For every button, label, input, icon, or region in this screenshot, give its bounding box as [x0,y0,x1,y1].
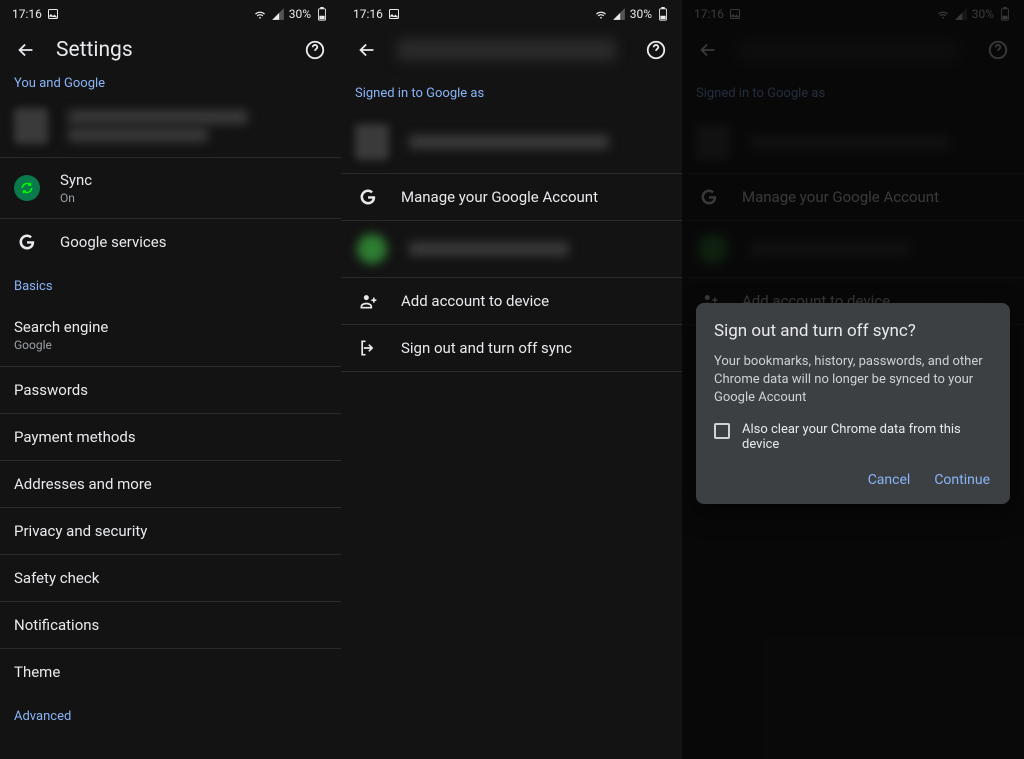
sign-out-icon [358,338,378,358]
add-account-label: Add account to device [401,292,549,310]
dialog-body: Your bookmarks, history, passwords, and … [714,353,992,408]
passwords-row[interactable]: Passwords [0,367,341,414]
person-add-icon [358,291,378,311]
account-email-redacted [68,128,208,142]
status-time: 17:16 [353,7,383,21]
avatar [696,124,730,160]
avatar [698,234,728,264]
second-account-row[interactable] [341,221,682,278]
sync-row[interactable]: Sync On [0,158,341,219]
google-g-icon [17,232,37,252]
account-title-redacted [738,39,958,61]
status-time: 17:16 [12,7,42,21]
checkbox-icon[interactable] [714,423,730,439]
continue-button[interactable]: Continue [932,466,992,494]
payment-methods-row[interactable]: Payment methods [0,414,341,461]
account-primary-row [682,111,1024,174]
image-icon [46,7,60,21]
image-icon [728,7,742,21]
sign-out-label: Sign out and turn off sync [401,339,572,357]
battery-icon [998,7,1012,21]
dialog-title: Sign out and turn off sync? [714,321,992,341]
sync-state: On [60,191,92,205]
privacy-row[interactable]: Privacy and security [0,508,341,555]
sign-out-dialog-screen: 17:16 30% Signed in to [682,0,1024,759]
wifi-icon [936,7,950,21]
addresses-row[interactable]: Addresses and more [0,461,341,508]
sign-out-row[interactable]: Sign out and turn off sync [341,325,682,372]
account-row[interactable] [0,95,341,158]
notifications-row[interactable]: Notifications [0,602,341,649]
image-icon [387,7,401,21]
second-account-redacted [750,242,910,256]
cancel-button[interactable]: Cancel [866,466,913,494]
manage-account-row[interactable]: Manage your Google Account [341,174,682,221]
settings-screen: 17:16 30% Settings You and Google [0,0,341,759]
sync-label: Sync [60,171,92,189]
avatar [14,108,48,144]
google-g-icon [358,187,378,207]
battery-icon [656,7,670,21]
help-icon[interactable] [644,38,668,62]
help-icon[interactable] [303,38,327,62]
signed-in-label: Signed in to Google as [682,72,1024,111]
dialog-checkbox-row[interactable]: Also clear your Chrome data from this de… [714,422,992,452]
safety-check-row[interactable]: Safety check [0,555,341,602]
account-primary-row[interactable] [341,111,682,174]
account-email-redacted [750,135,950,149]
add-account-row[interactable]: Add account to device [341,278,682,325]
manage-account-row: Manage your Google Account [682,174,1024,221]
signed-in-label: Signed in to Google as [341,72,682,111]
sync-icon [14,175,40,201]
section-advanced: Advanced [0,695,341,734]
battery-icon [315,7,329,21]
account-header [341,28,682,72]
account-email-redacted [409,135,609,149]
status-battery-percent: 30% [289,7,311,21]
google-g-icon [699,187,719,207]
status-bar: 17:16 30% [0,0,341,28]
signal-icon [954,7,968,21]
theme-row[interactable]: Theme [0,649,341,695]
sign-out-dialog: Sign out and turn off sync? Your bookmar… [696,303,1010,504]
search-engine-value: Google [14,338,327,352]
signal-icon [271,7,285,21]
status-bar: 17:16 30% [682,0,1024,28]
settings-header: Settings [0,28,341,72]
account-header [682,28,1024,72]
help-icon [986,38,1010,62]
second-account-row [682,221,1024,278]
avatar [355,124,389,160]
search-engine-row[interactable]: Search engine Google [0,304,341,367]
dialog-checkbox-label: Also clear your Chrome data from this de… [742,422,992,452]
second-account-redacted [409,242,569,256]
search-engine-label: Search engine [14,318,327,336]
status-battery-percent: 30% [972,7,994,21]
status-battery-percent: 30% [630,7,652,21]
account-title-redacted [397,39,616,61]
status-bar: 17:16 30% [341,0,682,28]
page-title: Settings [56,38,285,62]
back-icon[interactable] [355,38,379,62]
back-icon [696,38,720,62]
google-services-row[interactable]: Google services [0,219,341,265]
back-icon[interactable] [14,38,38,62]
wifi-icon [594,7,608,21]
status-time: 17:16 [694,7,724,21]
account-name-redacted [68,110,248,124]
google-services-label: Google services [60,233,166,251]
manage-account-label: Manage your Google Account [742,188,939,206]
section-you-and-google: You and Google [0,72,341,95]
section-basics: Basics [0,265,341,304]
account-screen: 17:16 30% Signed in to Google as [341,0,682,759]
avatar [357,234,387,264]
wifi-icon [253,7,267,21]
manage-account-label: Manage your Google Account [401,188,598,206]
signal-icon [612,7,626,21]
